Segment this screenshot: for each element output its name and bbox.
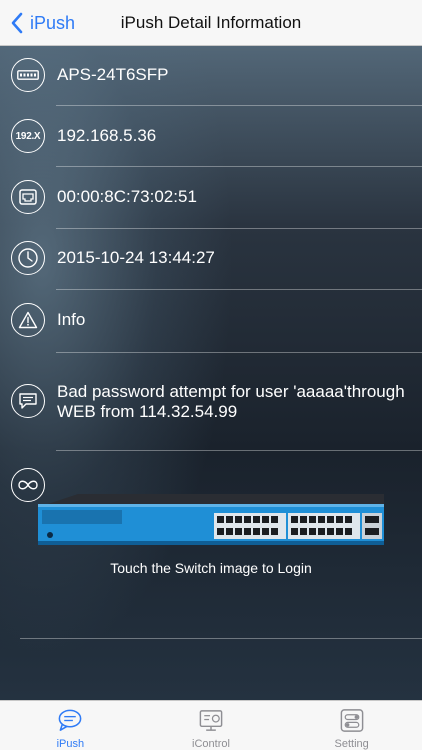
tab-ipush[interactable]: iPush xyxy=(0,701,141,750)
tab-bar: iPush iControl Setting xyxy=(0,700,422,750)
ip-icon-text: 192.X xyxy=(15,130,41,142)
switch-device-image[interactable] xyxy=(38,494,384,548)
tab-setting[interactable]: Setting xyxy=(281,701,422,750)
model-name: APS-24T6SFP xyxy=(57,65,169,84)
detail-row-mac: 00:00:8C:73:02:51 xyxy=(0,180,422,214)
detail-row-level: Info xyxy=(0,303,422,337)
app-screen: iPush iPush Detail Information APS-24T6S… xyxy=(0,0,422,750)
divider xyxy=(56,105,422,106)
event-message: Bad password attempt for user 'aaaaa'thr… xyxy=(57,382,405,421)
nav-bar: iPush iPush Detail Information xyxy=(0,0,422,46)
page-title: iPush Detail Information xyxy=(120,13,302,32)
control-panel-icon xyxy=(199,710,223,731)
message-icon xyxy=(11,384,45,418)
detail-row-datetime: 2015-10-24 13:44:27 xyxy=(0,241,422,275)
tab-icontrol[interactable]: iControl xyxy=(141,701,282,750)
tab-setting-label: Setting xyxy=(334,738,369,750)
event-datetime: 2015-10-24 13:44:27 xyxy=(57,248,215,267)
chat-bubble-icon xyxy=(58,709,82,731)
divider xyxy=(20,638,422,639)
divider xyxy=(56,166,422,167)
event-level: Info xyxy=(57,310,86,329)
tab-ipush-label: iPush xyxy=(56,738,85,750)
divider xyxy=(56,289,422,290)
ip-address: 192.168.5.36 xyxy=(57,126,157,145)
mac-address: 00:00:8C:73:02:51 xyxy=(57,187,197,206)
detail-row-message: Bad password attempt for user 'aaaaa'thr… xyxy=(0,382,422,421)
divider xyxy=(56,228,422,229)
toggle-settings-icon xyxy=(340,709,364,732)
tab-icontrol-label: iControl xyxy=(192,738,230,750)
divider xyxy=(56,352,422,353)
detail-row-model: APS-24T6SFP xyxy=(0,58,422,92)
switch-device-icon xyxy=(11,58,45,92)
ethernet-port-icon xyxy=(11,180,45,214)
clock-icon xyxy=(11,241,45,275)
login-hint-text: Touch the Switch image to Login xyxy=(110,560,312,576)
warning-icon xyxy=(11,303,45,337)
divider xyxy=(56,450,422,451)
ip-address-icon: 192.X xyxy=(11,119,45,153)
detail-row-ip: 192.X 192.168.5.36 xyxy=(0,119,422,153)
